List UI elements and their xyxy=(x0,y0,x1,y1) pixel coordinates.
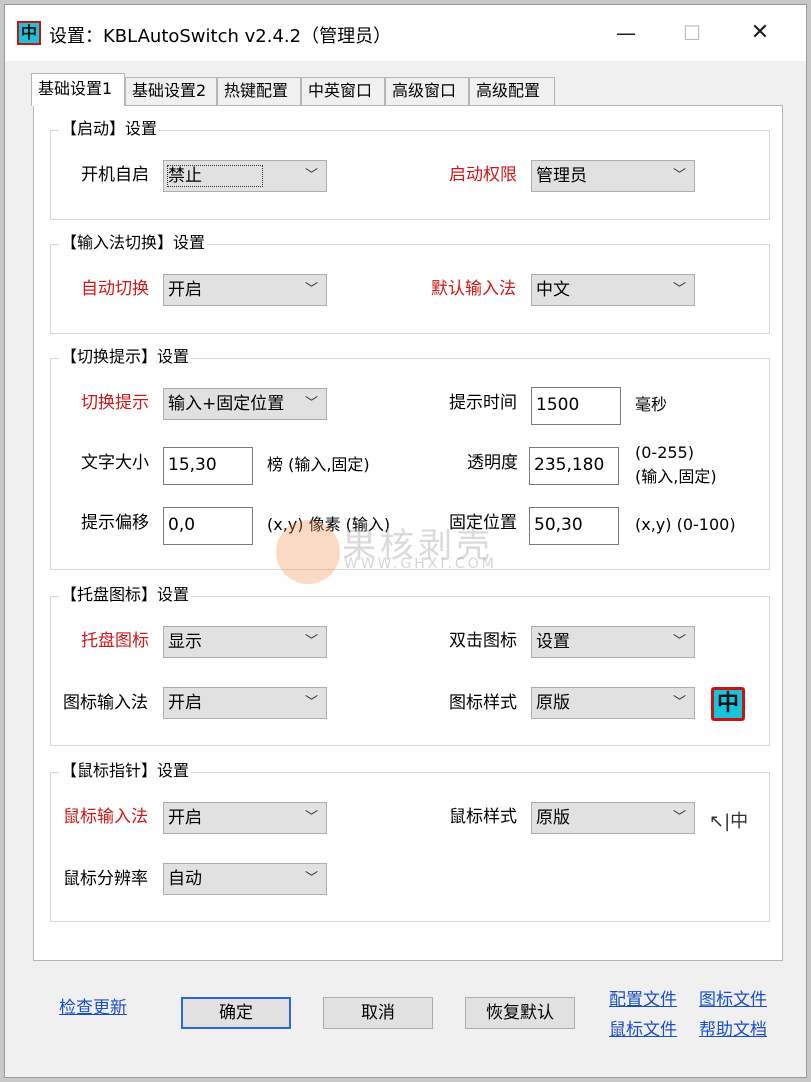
font-size-label: 文字大小 xyxy=(81,453,149,473)
chevron-down-icon: ﹀ xyxy=(304,634,318,649)
chevron-down-icon: ﹀ xyxy=(672,282,686,297)
mouse-style-select[interactable]: 原版 ﹀ xyxy=(531,802,695,834)
tab-hotkeys[interactable]: 热键配置 xyxy=(217,77,301,105)
chevron-down-icon: ﹀ xyxy=(304,695,318,710)
auto-switch-select[interactable]: 开启 ﹀ xyxy=(163,274,327,306)
double-click-value: 设置 xyxy=(536,632,570,652)
chevron-down-icon: ﹀ xyxy=(672,168,686,183)
tray-group-title: 【托盘图标】设置 xyxy=(59,583,192,607)
config-file-link[interactable]: 配置文件 xyxy=(609,985,677,1010)
icon-style-select[interactable]: 原版 ﹀ xyxy=(531,687,695,719)
close-icon[interactable]: ✕ xyxy=(745,19,775,47)
mouse-file-link[interactable]: 鼠标文件 xyxy=(609,1015,677,1040)
chevron-down-icon: ﹀ xyxy=(672,695,686,710)
icon-style-value: 原版 xyxy=(536,693,570,713)
default-ime-label: 默认输入法 xyxy=(431,279,516,299)
cursor-preview-icon: ↖|中 xyxy=(709,811,749,832)
tray-icon-value: 显示 xyxy=(168,632,202,652)
mouse-ime-value: 开启 xyxy=(168,808,202,828)
fixed-pos-input[interactable]: 50,30 xyxy=(529,507,619,545)
icon-file-link[interactable]: 图标文件 xyxy=(699,985,767,1010)
autostart-value: 禁止 xyxy=(167,165,263,187)
double-click-label: 双击图标 xyxy=(449,631,517,651)
auto-switch-label: 自动切换 xyxy=(81,279,149,299)
tray-group: 【托盘图标】设置 托盘图标 显示 ﹀ 双击图标 设置 ﹀ 图标输入法 开启 ﹀ … xyxy=(50,583,770,746)
alpha-label: 透明度 xyxy=(467,453,518,473)
hint-label: 切换提示 xyxy=(81,393,149,413)
hint-time-unit: 毫秒 xyxy=(635,395,668,414)
watermark-url: WWW.GHXI.COM xyxy=(344,556,497,572)
icon-style-label: 图标样式 xyxy=(449,693,517,713)
help-doc-link[interactable]: 帮助文档 xyxy=(699,1015,767,1040)
tray-preview-icon: 中 xyxy=(711,687,745,721)
title-bar[interactable]: 中 设置：KBLAutoSwitch v2.4.2（管理员） — ☐ ✕ xyxy=(5,5,806,61)
default-ime-select[interactable]: 中文 ﹀ xyxy=(531,274,695,306)
cancel-button[interactable]: 取消 xyxy=(323,997,433,1029)
permission-select[interactable]: 管理员 ﹀ xyxy=(531,160,695,192)
ime-switch-group: 【输入法切换】设置 自动切换 开启 ﹀ 默认输入法 中文 ﹀ xyxy=(50,231,770,334)
watermark-logo xyxy=(276,520,340,584)
permission-value: 管理员 xyxy=(536,166,587,186)
auto-switch-value: 开启 xyxy=(168,280,202,300)
ime-switch-group-title: 【输入法切换】设置 xyxy=(59,231,208,255)
mouse-group-title: 【鼠标指针】设置 xyxy=(59,759,192,783)
permission-label: 启动权限 xyxy=(449,165,517,185)
hint-select[interactable]: 输入+固定位置 ﹀ xyxy=(163,388,327,420)
tab-basic-1[interactable]: 基础设置1 xyxy=(31,73,125,106)
chevron-down-icon: ﹀ xyxy=(304,810,318,825)
mouse-res-label: 鼠标分辨率 xyxy=(63,869,148,889)
mouse-style-value: 原版 xyxy=(536,808,570,828)
font-size-note: 榜 (输入,固定) xyxy=(267,455,370,474)
alpha-range-note: (0-255) xyxy=(635,443,694,462)
hint-value: 输入+固定位置 xyxy=(168,394,285,414)
default-ime-value: 中文 xyxy=(536,280,570,300)
chevron-down-icon: ﹀ xyxy=(672,810,686,825)
mouse-style-label: 鼠标样式 xyxy=(449,807,517,827)
icon-ime-label: 图标输入法 xyxy=(63,693,148,713)
startup-group-title: 【启动】设置 xyxy=(59,117,160,141)
chevron-down-icon: ﹀ xyxy=(304,282,318,297)
window-title: 设置：KBLAutoSwitch v2.4.2（管理员） xyxy=(49,26,392,47)
alpha-input[interactable]: 235,180 xyxy=(529,447,619,485)
mouse-group: 【鼠标指针】设置 鼠标输入法 开启 ﹀ 鼠标样式 原版 ﹀ ↖|中 鼠标分辨率 … xyxy=(50,759,770,922)
icon-ime-value: 开启 xyxy=(168,693,202,713)
double-click-select[interactable]: 设置 ﹀ xyxy=(531,626,695,658)
app-icon: 中 xyxy=(17,21,41,45)
icon-ime-select[interactable]: 开启 ﹀ xyxy=(163,687,327,719)
hint-time-label: 提示时间 xyxy=(449,393,517,413)
alpha-mode-note: (输入,固定) xyxy=(635,467,717,486)
mouse-ime-select[interactable]: 开启 ﹀ xyxy=(163,802,327,834)
tab-advanced-window[interactable]: 高级窗口 xyxy=(385,77,469,105)
tab-basic-2[interactable]: 基础设置2 xyxy=(125,77,217,105)
maximize-icon[interactable]: ☐ xyxy=(677,19,707,47)
hint-time-input[interactable]: 1500 xyxy=(531,387,621,425)
mouse-ime-label: 鼠标输入法 xyxy=(63,807,148,827)
tab-advanced-config[interactable]: 高级配置 xyxy=(469,77,555,105)
offset-label: 提示偏移 xyxy=(81,513,149,533)
chevron-down-icon: ﹀ xyxy=(304,871,318,886)
chevron-down-icon: ﹀ xyxy=(672,634,686,649)
fixed-pos-note: (x,y) (0-100) xyxy=(635,515,736,534)
autostart-label: 开机自启 xyxy=(81,165,149,185)
tray-icon-label: 托盘图标 xyxy=(81,631,149,651)
check-update-link[interactable]: 检查更新 xyxy=(59,993,127,1018)
ok-button[interactable]: 确定 xyxy=(181,997,291,1029)
hint-group-title: 【切换提示】设置 xyxy=(59,345,192,369)
autostart-select[interactable]: 禁止 ﹀ xyxy=(163,160,327,192)
restore-default-button[interactable]: 恢复默认 xyxy=(465,997,575,1029)
mouse-res-select[interactable]: 自动 ﹀ xyxy=(163,863,327,895)
mouse-res-value: 自动 xyxy=(168,869,202,889)
offset-input[interactable]: 0,0 xyxy=(163,507,253,545)
tab-cn-en-window[interactable]: 中英窗口 xyxy=(301,77,385,105)
minimize-icon[interactable]: — xyxy=(611,19,641,47)
font-size-input[interactable]: 15,30 xyxy=(163,447,253,485)
chevron-down-icon: ﹀ xyxy=(304,396,318,411)
chevron-down-icon: ﹀ xyxy=(304,168,318,183)
tray-icon-select[interactable]: 显示 ﹀ xyxy=(163,626,327,658)
startup-group: 【启动】设置 开机自启 禁止 ﹀ 启动权限 管理员 ﹀ xyxy=(50,117,770,220)
